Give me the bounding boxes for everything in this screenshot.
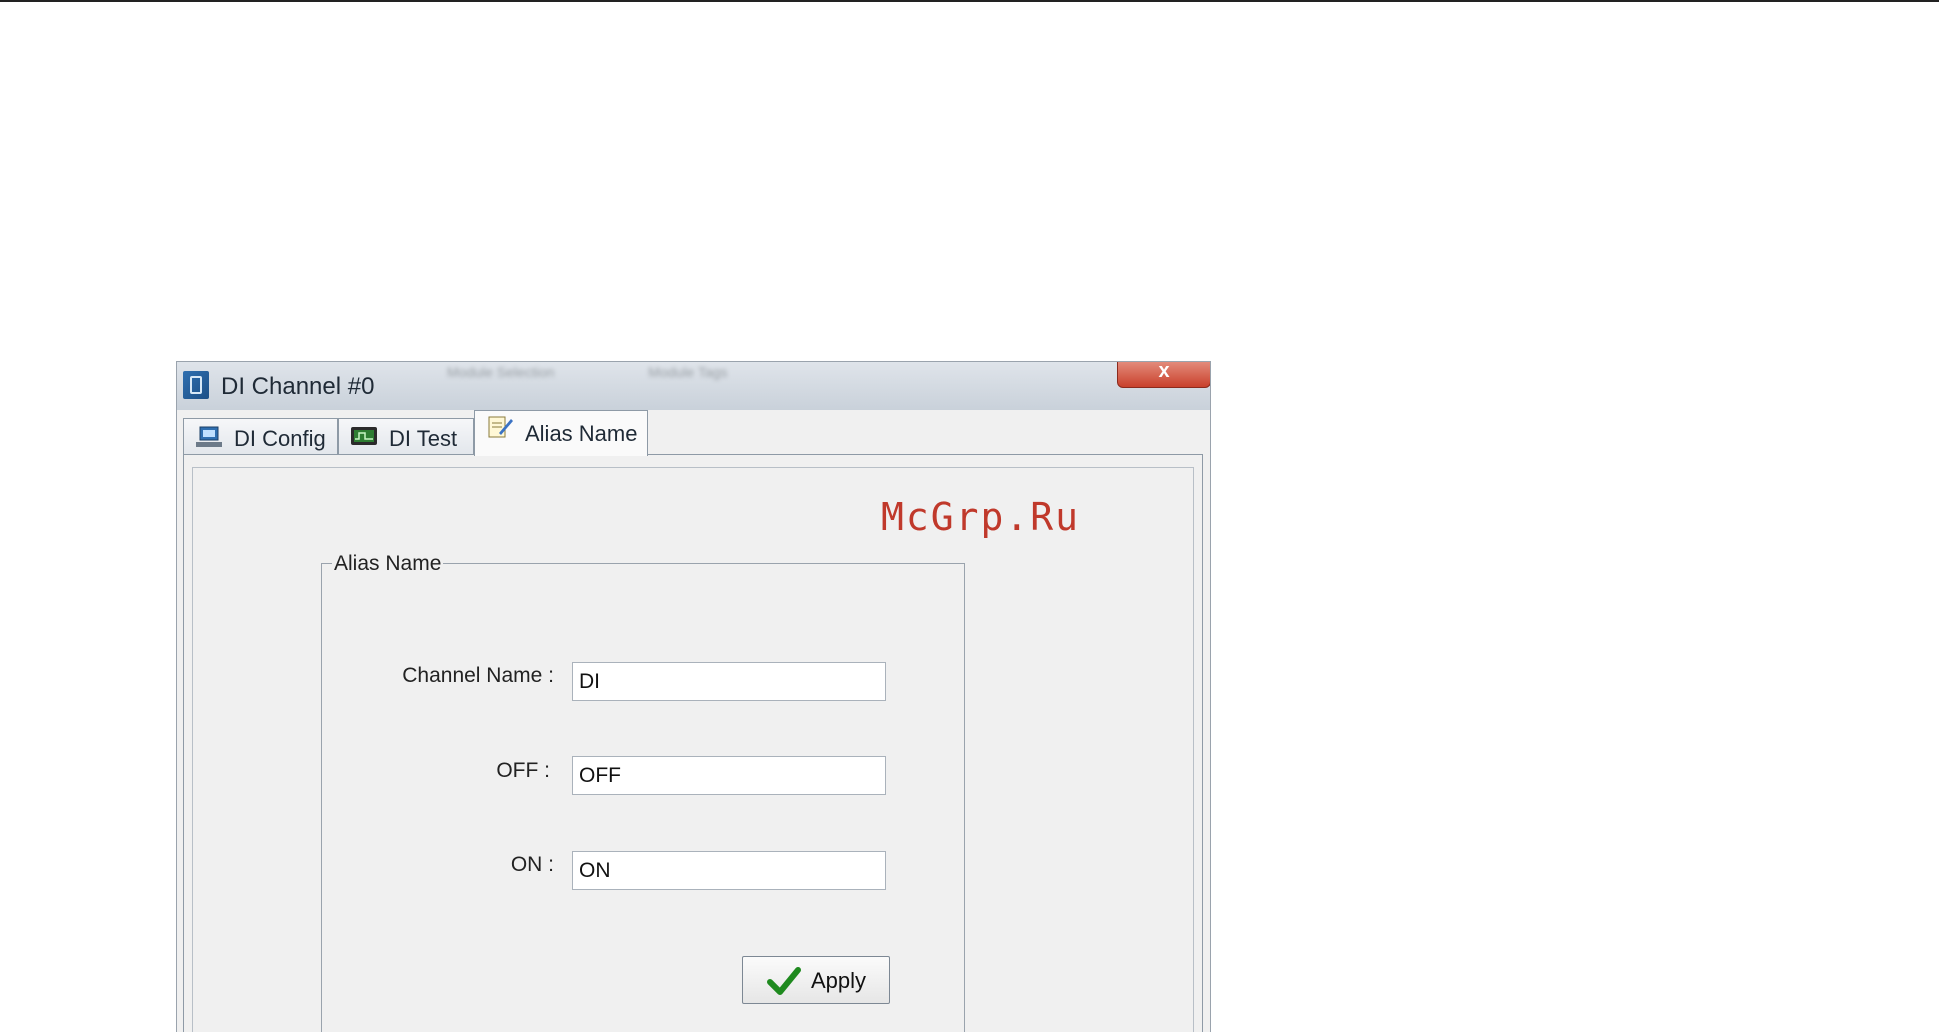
di-channel-window: DI Channel #0 Module Selection Module Ta… [177,362,1210,1032]
tab-alias-name[interactable]: Alias Name [474,410,648,456]
channel-name-input[interactable] [572,662,886,701]
app-icon [183,371,209,399]
alias-name-group: Alias Name Channel Name : OFF : ON : App… [321,552,965,1032]
page-top-rule [0,0,1939,2]
tab-strip: DI Config DI Test Alias Name [183,410,1203,456]
off-label: OFF : [496,759,550,782]
check-icon [767,967,801,995]
background-tab: Module Tags [648,364,728,380]
close-icon: x [1158,362,1170,382]
channel-name-label: Channel Name : [402,664,554,687]
tab-label: DI Test [389,426,458,451]
monitor-test-icon [351,427,377,445]
group-legend: Alias Name [332,552,444,576]
tab-di-config[interactable]: DI Config [183,418,338,454]
tab-label: DI Config [234,426,326,451]
background-tabs: Module Selection Module Tags [447,362,1047,384]
apply-label: Apply [811,968,867,993]
watermark: McGrp.Ru [881,495,1081,539]
tab-di-test[interactable]: DI Test [338,418,474,454]
background-tab: Module Selection [447,364,555,380]
tab-label: Alias Name [525,421,638,446]
alias-name-panel: McGrp.Ru Alias Name Channel Name : OFF :… [183,454,1203,1032]
close-button[interactable]: x [1117,362,1210,388]
on-input[interactable] [572,851,886,890]
apply-button[interactable]: Apply [742,956,890,1004]
notepad-edit-icon [488,416,513,438]
window-titlebar[interactable]: DI Channel #0 Module Selection Module Ta… [177,362,1210,410]
off-input[interactable] [572,756,886,795]
on-label: ON : [510,853,554,876]
window-title: DI Channel #0 [221,373,375,400]
network-config-icon [196,426,222,447]
